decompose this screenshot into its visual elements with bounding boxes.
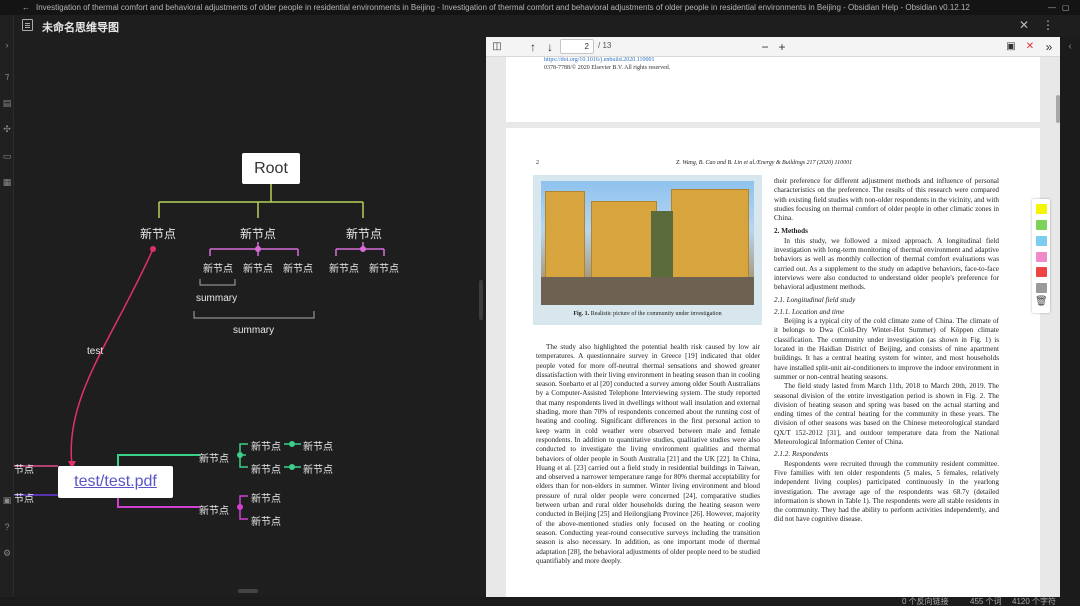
highlight-green-swatch[interactable] xyxy=(1036,220,1047,230)
templates-icon[interactable]: ▭ xyxy=(2,151,12,161)
link-curve xyxy=(70,248,154,466)
window-titlebar: ← Investigation of thermal comfort and b… xyxy=(0,0,1080,15)
link-start-dot xyxy=(150,246,156,252)
highlight-yellow-swatch[interactable] xyxy=(1036,204,1047,214)
l2-node-mid-3[interactable]: 新节点 xyxy=(283,260,313,275)
pdf-page-2: 2 Z. Wang, B. Cao and B. Lin et al./Ener… xyxy=(506,128,1040,597)
highlight-pink-swatch[interactable] xyxy=(1036,252,1047,262)
bottom-node-2b[interactable]: 新节点 xyxy=(251,513,281,528)
expand-right-sidebar-icon[interactable]: ‹ xyxy=(1060,41,1080,52)
mid-branch-dot xyxy=(255,246,261,252)
pdf-toolbar: ◫ ↑ ↓ 2 / 13 − + ▣ ✕ » xyxy=(486,37,1060,57)
l2-node-mid-2[interactable]: 新节点 xyxy=(243,260,273,275)
close-pane-icon[interactable]: ✕ xyxy=(1019,18,1029,32)
page-number-label: 2 xyxy=(536,160,539,166)
window-title: Investigation of thermal comfort and beh… xyxy=(36,3,970,12)
help-icon[interactable]: ? xyxy=(2,522,12,532)
left-ribbon: › ⁊ ▤ ✣ ▭ ▦ ▣ ? ⚙ xyxy=(0,15,14,597)
sidebar-toggle-icon[interactable]: ◫ xyxy=(490,39,504,55)
summary-bracket-inner xyxy=(199,279,236,286)
previous-page-icon[interactable]: ↑ xyxy=(526,39,540,55)
green-leaf-dot-2 xyxy=(289,464,295,470)
root-branch-lines xyxy=(158,184,364,218)
green-leaf-dot-1 xyxy=(289,441,295,447)
mindmap-scrollbar[interactable] xyxy=(238,589,258,593)
daily-note-icon[interactable]: ▦ xyxy=(2,177,12,187)
highlight-gray-swatch[interactable] xyxy=(1036,283,1047,293)
mid-branch-lines xyxy=(209,242,299,256)
pdf-page-1: https://doi.org/10.1016/j.enbuild.2020.1… xyxy=(506,57,1040,122)
l1-node-3[interactable]: 新节点 xyxy=(346,225,382,242)
bottom-node-1a[interactable]: 新节点 xyxy=(251,438,281,453)
highlight-red-swatch[interactable] xyxy=(1036,267,1047,277)
link-label[interactable]: test xyxy=(87,346,103,357)
status-bar: 0 个反向链接 455 个词 4120 个字符 xyxy=(0,597,1080,606)
bottom-node-1b1[interactable]: 新节点 xyxy=(303,461,333,476)
l1-node-1[interactable]: 新节点 xyxy=(140,225,176,242)
char-count: 4120 个字符 xyxy=(1012,597,1057,606)
mindmap-pane-header: 未命名思维导图 xyxy=(14,15,486,37)
summary-bracket-outer xyxy=(193,311,315,319)
green-sub-dot xyxy=(237,452,243,458)
trash-icon[interactable]: 🗑 xyxy=(1035,296,1048,307)
green-leaf-lines xyxy=(284,443,301,468)
purple-sub-dot xyxy=(237,504,243,510)
presentation-mode-icon[interactable]: ▣ xyxy=(1004,39,1018,55)
l2-node-right-1[interactable]: 新节点 xyxy=(329,260,359,275)
restore-icon[interactable]: ▢ xyxy=(1062,0,1070,15)
next-page-icon[interactable]: ↓ xyxy=(543,39,557,55)
bottom-node-1a1[interactable]: 新节点 xyxy=(303,438,333,453)
community-photo xyxy=(541,181,754,305)
l2-node-right-2[interactable]: 新节点 xyxy=(369,260,399,275)
right-column-text: their preference for different adjustmen… xyxy=(774,177,999,524)
open-quick-switcher-icon[interactable]: ⁊ xyxy=(2,71,12,81)
right-ribbon: ‹ xyxy=(1060,37,1080,597)
backlinks-count[interactable]: 0 个反向链接 xyxy=(902,597,949,606)
close-pdf-icon[interactable]: ✕ xyxy=(1023,39,1037,55)
more-options-icon[interactable]: ⋮ xyxy=(1042,18,1054,32)
more-tools-icon[interactable]: » xyxy=(1042,39,1056,55)
figure-1: Fig. 1. Realistic picture of the communi… xyxy=(533,175,762,325)
left-cut-node-2[interactable]: 节点 xyxy=(14,490,34,505)
running-head: Z. Wang, B. Cao and B. Lin et al./Energy… xyxy=(676,160,853,166)
left-column-text: The study also highlighted the potential… xyxy=(536,343,760,565)
word-count: 455 个词 xyxy=(970,597,1002,606)
summary-node-inner[interactable]: summary xyxy=(196,293,237,304)
open-vault-icon[interactable]: ▣ xyxy=(2,495,12,505)
zoom-in-icon[interactable]: + xyxy=(775,39,789,55)
l1-node-2[interactable]: 新节点 xyxy=(240,225,276,242)
right-branch-dot xyxy=(360,246,366,252)
zoom-out-icon[interactable]: − xyxy=(758,39,772,55)
pane-resize-handle[interactable] xyxy=(479,280,483,320)
pdf-viewer[interactable]: https://doi.org/10.1016/j.enbuild.2020.1… xyxy=(486,57,1060,597)
doi-link[interactable]: https://doi.org/10.1016/j.enbuild.2020.1… xyxy=(544,57,655,63)
file-link-node[interactable]: test/test.pdf xyxy=(58,466,173,498)
bottom-node-2[interactable]: 新节点 xyxy=(199,502,229,517)
bottom-node-1b[interactable]: 新节点 xyxy=(251,461,281,476)
minimize-icon[interactable]: — xyxy=(1048,0,1056,15)
highlight-color-palette: 🗑 xyxy=(1032,199,1050,313)
copyright-line: 0378-7788/© 2020 Elsevier B.V. All right… xyxy=(544,65,671,71)
summary-node-outer[interactable]: summary xyxy=(233,325,274,336)
settings-gear-icon[interactable]: ⚙ xyxy=(2,548,12,558)
figure-caption: Fig. 1. Realistic picture of the communi… xyxy=(573,311,722,317)
search-icon[interactable]: ▤ xyxy=(2,98,12,108)
document-icon xyxy=(22,19,33,31)
mindmap-canvas[interactable]: Root 新节点 新节点 新节点 新节点 新节点 新节点 新节点 新节点 sum… xyxy=(14,37,486,597)
back-arrow-icon[interactable]: ← xyxy=(22,0,30,15)
left-cut-node-1[interactable]: 节点 xyxy=(14,461,34,476)
l2-node-mid-1[interactable]: 新节点 xyxy=(203,260,233,275)
mindmap-connectors xyxy=(14,184,385,520)
expand-sidebar-icon[interactable]: › xyxy=(2,40,12,50)
mindmap-root-node[interactable]: Root xyxy=(242,153,300,184)
bottom-node-1[interactable]: 新节点 xyxy=(199,450,229,465)
page-total: / 13 xyxy=(598,41,612,50)
graph-view-icon[interactable]: ✣ xyxy=(2,124,12,134)
mindmap-title: 未命名思维导图 xyxy=(42,22,119,34)
highlight-blue-swatch[interactable] xyxy=(1036,236,1047,246)
pdf-scrollbar[interactable] xyxy=(1056,95,1060,123)
bottom-node-2a[interactable]: 新节点 xyxy=(251,490,281,505)
page-number-input[interactable]: 2 xyxy=(560,39,594,54)
